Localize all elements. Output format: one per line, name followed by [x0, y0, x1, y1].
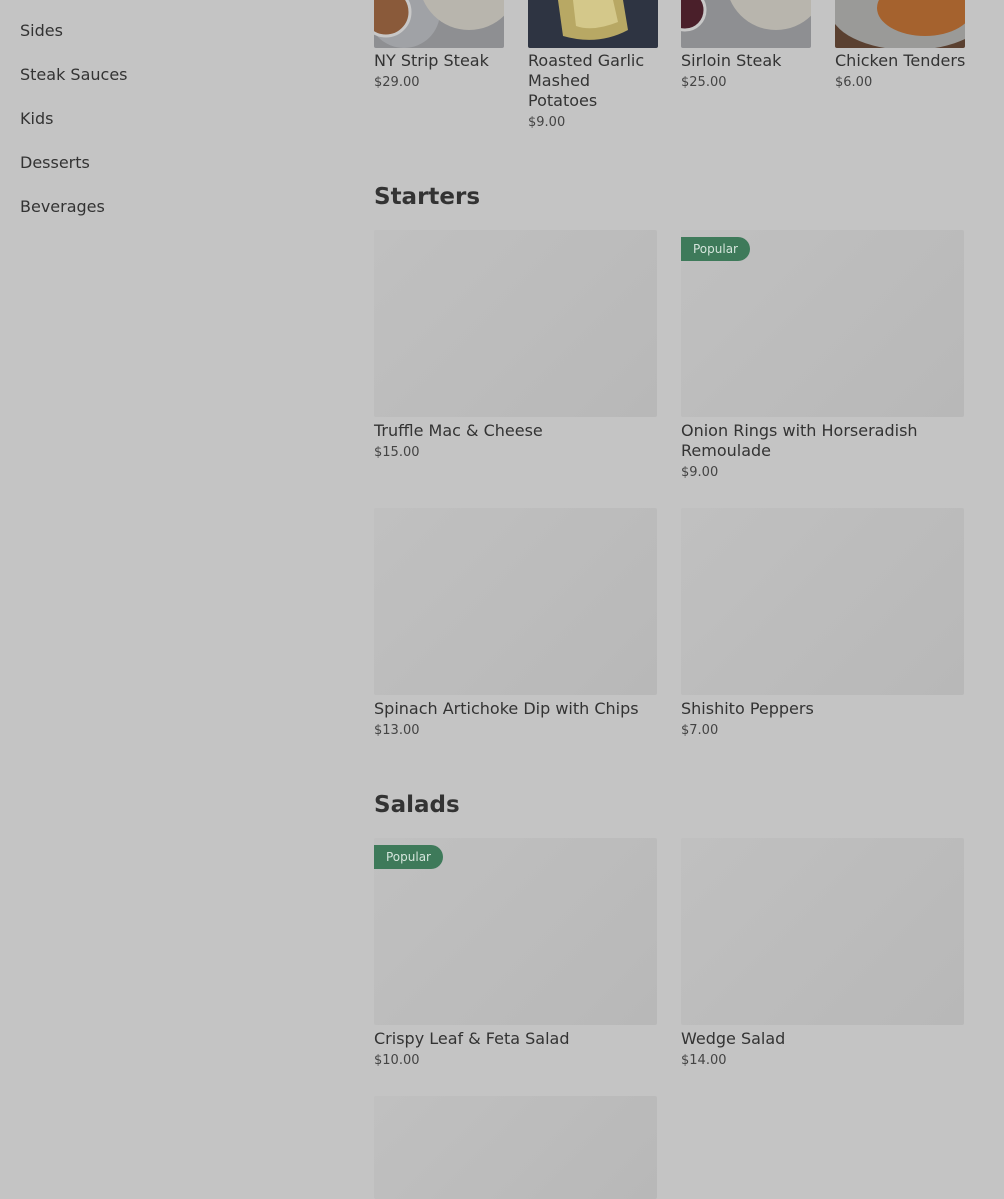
sidebar-item-steak-sauces[interactable]: Steak Sauces: [20, 65, 128, 85]
item-image: [374, 230, 657, 417]
sidebar-item-beverages[interactable]: Beverages: [20, 197, 105, 217]
item-name: Shishito Peppers: [681, 699, 814, 718]
item-name: Truffle Mac & Cheese: [374, 421, 543, 440]
item-name: Roasted Garlic Mashed Potatoes: [528, 51, 645, 110]
item-image: [374, 508, 657, 695]
item-image: [681, 838, 964, 1025]
item-name: Onion Rings with Horseradish Remoulade: [681, 421, 918, 460]
item-price: $25.00: [681, 75, 727, 90]
section-title-salads: Salads: [374, 792, 460, 818]
item-price: $6.00: [835, 75, 873, 90]
item-image: [681, 0, 811, 48]
item-image: [374, 0, 504, 48]
item-image: [374, 1096, 657, 1199]
item-name: Chicken Tenders: [835, 51, 966, 70]
popular-badge: Popular: [374, 845, 443, 869]
item-price: $7.00: [681, 723, 719, 738]
item-price: $15.00: [374, 445, 420, 460]
item-price: $10.00: [374, 1053, 420, 1068]
item-price: $9.00: [681, 465, 719, 480]
item-price: $14.00: [681, 1053, 727, 1068]
item-name: NY Strip Steak: [374, 51, 489, 70]
item-image: [528, 0, 658, 48]
sidebar-item-desserts[interactable]: Desserts: [20, 153, 90, 173]
section-title-starters: Starters: [374, 184, 481, 210]
sidebar-item-sides[interactable]: Sides: [20, 21, 63, 41]
item-price: $13.00: [374, 723, 420, 738]
item-name: Sirloin Steak: [681, 51, 782, 70]
item-price: $9.00: [528, 115, 566, 130]
item-image: [681, 508, 964, 695]
popular-badge: Popular: [681, 237, 750, 261]
sidebar-item-kids[interactable]: Kids: [20, 109, 53, 129]
item-name: Crispy Leaf & Feta Salad: [374, 1029, 570, 1048]
item-image: [835, 0, 965, 48]
item-name: Wedge Salad: [681, 1029, 786, 1048]
item-name: Spinach Artichoke Dip with Chips: [374, 699, 639, 718]
item-price: $29.00: [374, 75, 420, 90]
